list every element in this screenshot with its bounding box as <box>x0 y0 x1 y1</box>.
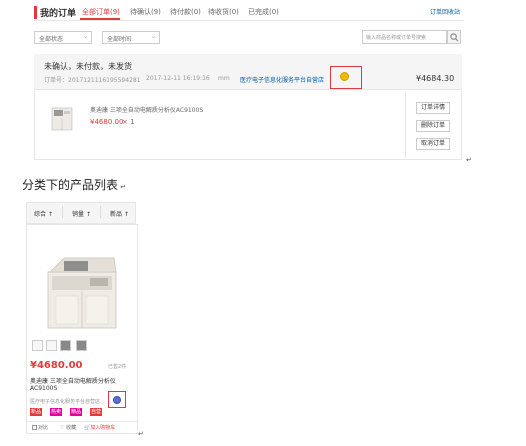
header-divider <box>34 20 464 21</box>
sort-new[interactable]: 新品 ↑ <box>110 209 129 218</box>
status-filter-select[interactable]: 全部状态 ⌄ <box>34 31 92 44</box>
highlight-box <box>330 66 362 89</box>
tab-to-receive[interactable]: 待收货(0) <box>208 7 239 17</box>
add-to-cart-button[interactable]: 🛒加入购物车 <box>84 424 115 431</box>
order-user: mm <box>218 75 230 82</box>
order-card-header <box>34 54 462 90</box>
title-accent-bar <box>34 6 37 19</box>
order-total: ¥4684.30 <box>416 74 455 83</box>
thumbnail-2[interactable] <box>46 340 57 351</box>
thumbnail-1[interactable] <box>32 340 43 351</box>
return-mark-icon: ↵ <box>466 156 472 164</box>
sort-arrow-icon: ↑ <box>85 211 91 218</box>
sort-divider <box>62 206 63 218</box>
section-caption: 分类下的产品列表 ↵ <box>22 178 127 192</box>
thumbnail-4[interactable] <box>76 340 87 351</box>
chevron-down-icon: ⌄ <box>150 33 156 40</box>
product-list-price: ¥4680.00 <box>30 360 83 371</box>
delete-order-button[interactable]: 删除订单 <box>416 120 450 132</box>
time-filter-select[interactable]: 全部时间 ⌄ <box>102 31 160 44</box>
return-mark-icon: ↵ <box>138 430 144 438</box>
sort-arrow-icon: ↑ <box>123 211 129 218</box>
store-link[interactable]: 医疗电子信息化服务平台自营店 <box>240 75 324 84</box>
search-button[interactable] <box>447 30 461 44</box>
checkbox-icon <box>32 425 37 430</box>
sold-count: 已售2件 <box>108 364 127 370</box>
order-search-input[interactable]: 输入商品名称或订单号搜索 <box>362 30 447 44</box>
order-detail-button[interactable]: 订单详情 <box>416 102 450 114</box>
tab-to-confirm[interactable]: 待确认(9) <box>130 7 161 17</box>
product-store-name[interactable]: 医疗电子信息化服务平台自营店 <box>30 398 100 405</box>
highlight-box <box>108 391 126 408</box>
time-filter-value: 全部时间 <box>107 36 132 43</box>
product-name[interactable]: 奥迪康 三项全自动电解质分析仪AC9100S <box>90 105 203 114</box>
product-price: ¥4680.00 <box>90 118 124 126</box>
tag-premium: 精品 <box>70 408 83 416</box>
status-filter-value: 全部状态 <box>39 36 64 43</box>
cancel-order-button[interactable]: 取消订单 <box>416 138 450 150</box>
order-number: 订单号：2017121116195594281 <box>44 77 141 84</box>
favorite-button[interactable]: ♡ 收藏 <box>60 424 76 431</box>
sort-divider <box>100 206 101 218</box>
thumbnail-3[interactable] <box>60 340 71 351</box>
order-recycle-link[interactable]: 订单回收站 <box>430 7 460 16</box>
product-thumbnail[interactable] <box>50 104 74 132</box>
product-list-model[interactable]: AC9100S <box>30 385 57 392</box>
tag-hot: 热卖 <box>50 408 63 416</box>
heart-icon: ♡ <box>60 425 65 431</box>
chevron-down-icon: ⌄ <box>82 33 88 40</box>
compare-toggle[interactable]: 对比 <box>32 424 48 431</box>
order-status: 未确认，未付款，未发货 <box>44 62 132 71</box>
product-quantity: × 1 <box>122 118 135 126</box>
tag-self-operated: 自营 <box>90 408 103 416</box>
sort-comprehensive[interactable]: 综合 ↑ <box>34 209 53 218</box>
sort-arrow-icon: ↑ <box>47 211 53 218</box>
tab-all-orders[interactable]: 全部订单(9) <box>82 7 120 17</box>
search-icon <box>450 33 459 42</box>
product-list-name[interactable]: 奥迪康 三项全自动电解质分析仪 <box>30 376 116 385</box>
tag-new: 新品 <box>30 408 43 416</box>
tab-completed[interactable]: 已完成(0) <box>248 7 279 17</box>
order-datetime: 2017-12-11 16:19:16 <box>146 75 210 82</box>
page-title: 我的订单 <box>40 9 77 19</box>
sort-sales[interactable]: 销量 ↑ <box>72 209 91 218</box>
tab-to-pay[interactable]: 待付款(0) <box>170 7 201 17</box>
column-divider <box>405 92 406 158</box>
product-image[interactable] <box>34 252 130 332</box>
